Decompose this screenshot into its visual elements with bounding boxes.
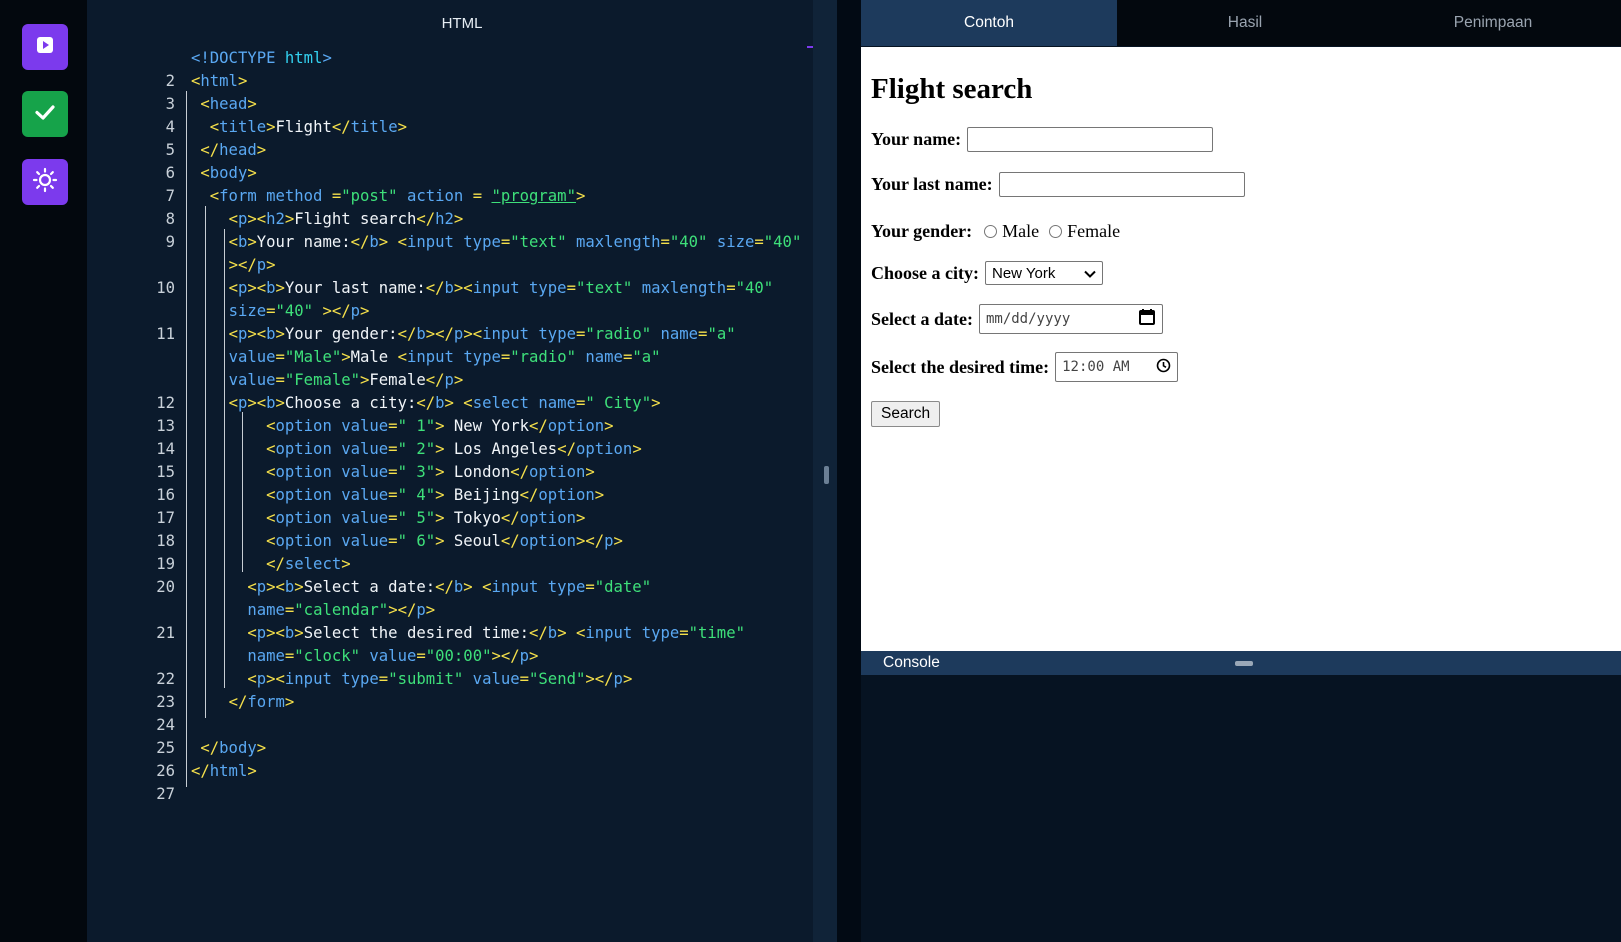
- line-number: 18: [156, 532, 175, 550]
- gender-label: Your gender:: [871, 221, 973, 241]
- sun-icon: [32, 167, 58, 198]
- line-number: 19: [156, 555, 175, 573]
- editor-title: HTML: [441, 15, 483, 32]
- female-label: Female: [1067, 221, 1121, 241]
- check-icon: [33, 100, 57, 129]
- male-label: Male: [1002, 221, 1040, 241]
- line-number: 15: [156, 463, 175, 481]
- theme-toggle-button[interactable]: [22, 159, 68, 205]
- console-header[interactable]: Console: [861, 651, 1621, 675]
- male-radio[interactable]: [984, 225, 998, 238]
- time-value: 12:00 AM: [1062, 359, 1130, 375]
- name-row: Your name:: [871, 127, 1214, 152]
- date-input[interactable]: mm/dd/yyyy: [978, 304, 1163, 334]
- line-number: 6: [165, 164, 175, 182]
- line-number: 24: [156, 716, 175, 734]
- line-number: 21: [156, 624, 175, 642]
- run-button[interactable]: [22, 24, 68, 70]
- city-selected: New York: [991, 264, 1056, 282]
- console-resize-handle[interactable]: [1235, 661, 1253, 666]
- last-name-input[interactable]: [998, 172, 1245, 197]
- name-input[interactable]: [967, 127, 1214, 152]
- console-output: [861, 675, 1621, 942]
- console-label: Console: [883, 654, 940, 671]
- check-button[interactable]: [22, 91, 68, 137]
- city-select[interactable]: New York: [984, 261, 1103, 285]
- line-number: 20: [156, 578, 175, 596]
- tab-penimpaan[interactable]: Penimpaan: [1365, 0, 1621, 46]
- time-input[interactable]: 12:00 AM: [1055, 352, 1179, 382]
- line-number: 16: [156, 486, 175, 504]
- line-number: 8: [165, 210, 175, 228]
- date-placeholder: mm/dd/yyyy: [985, 311, 1071, 327]
- splitter-handle[interactable]: [824, 466, 829, 484]
- calendar-icon[interactable]: [1138, 308, 1156, 330]
- submit-row: Search: [871, 401, 941, 427]
- line-number: 27: [156, 785, 175, 803]
- clock-icon[interactable]: [1156, 358, 1171, 377]
- date-label: Select a date:: [871, 308, 973, 329]
- line-number: 11: [156, 325, 175, 343]
- chevron-down-icon: [1084, 265, 1096, 282]
- last-name-label: Your last name:: [871, 174, 993, 194]
- output-tabs: Contoh Hasil Penimpaan: [861, 0, 1621, 46]
- line-number: 14: [156, 440, 175, 458]
- line-number: 17: [156, 509, 175, 527]
- line-number: 25: [156, 739, 175, 757]
- line-number: 2: [165, 72, 175, 90]
- tab-hasil[interactable]: Hasil: [1117, 0, 1373, 46]
- line-number: 5: [165, 141, 175, 159]
- line-number: 26: [156, 762, 175, 780]
- play-icon: [34, 34, 56, 61]
- line-number: 13: [156, 417, 175, 435]
- name-label: Your name:: [871, 129, 962, 149]
- line-number: 12: [156, 394, 175, 412]
- line-number: 10: [156, 279, 175, 297]
- city-label: Choose a city:: [871, 262, 979, 283]
- output-panel: Contoh Hasil Penimpaan Flight search You…: [861, 0, 1621, 942]
- line-number: 23: [156, 693, 175, 711]
- preview-frame: Flight search Your name: Your last name:…: [861, 47, 1621, 651]
- last-name-row: Your last name:: [871, 172, 1245, 197]
- line-number: 4: [165, 118, 175, 136]
- tab-contoh[interactable]: Contoh: [861, 0, 1117, 46]
- date-row: Select a date: mm/dd/yyyy: [871, 304, 1163, 334]
- line-number: 9: [165, 233, 175, 251]
- gender-row: Your gender: Male Female: [871, 221, 1120, 242]
- time-label: Select the desired time:: [871, 356, 1050, 377]
- indent-guide: [186, 91, 187, 787]
- female-radio[interactable]: [1049, 225, 1063, 238]
- city-row: Choose a city: New York: [871, 261, 1103, 285]
- panel-splitter[interactable]: [813, 0, 837, 942]
- line-number: 7: [165, 187, 175, 205]
- left-toolbar: [0, 0, 87, 942]
- line-number: 3: [165, 95, 175, 113]
- code-editor[interactable]: HTML <!DOCTYPE html> 2 <html> 3 <head> 4 …: [87, 0, 837, 942]
- line-number: 22: [156, 670, 175, 688]
- search-button[interactable]: Search: [871, 401, 941, 427]
- time-row: Select the desired time: 12:00 AM: [871, 352, 1179, 382]
- preview-heading: Flight search: [871, 73, 1033, 105]
